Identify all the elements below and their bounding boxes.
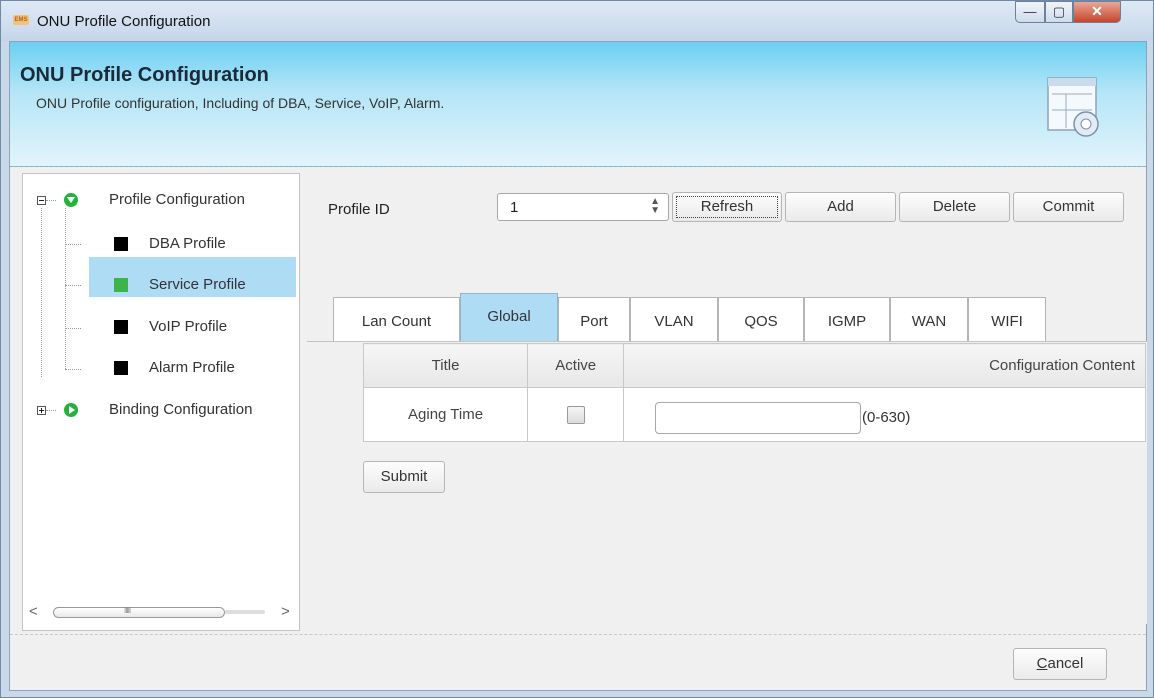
tab-port[interactable]: Port: [558, 297, 630, 341]
minimize-button[interactable]: —: [1015, 1, 1045, 23]
banner-title: ONU Profile Configuration: [20, 64, 269, 86]
tree-item-binding-configuration[interactable]: Binding Configuration: [109, 401, 252, 418]
cancel-label-rest: ancel: [1047, 655, 1084, 672]
tab-igmp[interactable]: IGMP: [804, 297, 890, 341]
tree-item-dba-profile[interactable]: DBA Profile: [149, 235, 226, 252]
collapse-icon[interactable]: [37, 196, 46, 205]
active-cell: [527, 387, 625, 442]
tab-vlan[interactable]: VLAN: [630, 297, 718, 341]
scroll-track[interactable]: [225, 610, 265, 614]
app-window: EMS ONU Profile Configuration — ▢ ✕ ONU …: [0, 0, 1154, 698]
tree-item-service-profile[interactable]: Service Profile: [149, 276, 246, 293]
banner-subtitle: ONU Profile configuration, Including of …: [36, 95, 445, 111]
service-profile-icon: [114, 278, 128, 292]
submit-button[interactable]: Submit: [363, 461, 445, 493]
column-header-active: Active: [527, 343, 625, 388]
dba-profile-icon: [114, 237, 128, 251]
tab-global[interactable]: Global: [460, 293, 558, 342]
expand-icon[interactable]: [37, 406, 46, 415]
tree-item-voip-profile[interactable]: VoIP Profile: [149, 318, 227, 335]
tab-wifi[interactable]: WIFI: [968, 297, 1046, 341]
tab-lan-count[interactable]: Lan Count: [333, 297, 460, 341]
cancel-button[interactable]: Cancel: [1013, 648, 1107, 680]
spinner-arrows-icon[interactable]: ▲ ▼: [650, 197, 660, 216]
profile-id-spinner[interactable]: 1 ▲ ▼: [497, 193, 669, 221]
aging-time-range: (0-630): [862, 409, 911, 426]
commit-button[interactable]: Commit: [1013, 192, 1124, 222]
tree-item-profile-configuration[interactable]: Profile Configuration: [109, 191, 245, 208]
tab-wan[interactable]: WAN: [890, 297, 968, 341]
alarm-profile-icon: [114, 361, 128, 375]
row-title: Aging Time: [362, 387, 529, 442]
close-button[interactable]: ✕: [1073, 1, 1121, 23]
minimize-icon: —: [1023, 4, 1037, 19]
client-area: ONU Profile Configuration ONU Profile co…: [9, 41, 1147, 691]
maximize-icon: ▢: [1052, 4, 1066, 19]
profile-tree[interactable]: Profile Configuration DBA Profile Servic…: [22, 173, 300, 631]
add-button[interactable]: Add: [785, 192, 896, 222]
header-banner: ONU Profile Configuration ONU Profile co…: [10, 42, 1146, 167]
tab-qos[interactable]: QOS: [718, 297, 804, 341]
table-header-row: Title Active Configuration Content: [362, 343, 1146, 388]
scroll-left-icon[interactable]: <: [29, 603, 38, 620]
footer-divider: [10, 634, 1146, 635]
app-icon: EMS: [13, 15, 29, 25]
cancel-mnemonic: C: [1036, 655, 1048, 672]
column-header-title: Title: [362, 343, 529, 388]
column-header-content: Configuration Content: [623, 343, 1146, 388]
aging-time-input[interactable]: [655, 402, 861, 434]
green-play-icon: [64, 403, 78, 417]
delete-button[interactable]: Delete: [899, 192, 1010, 222]
maximize-button[interactable]: ▢: [1045, 1, 1073, 23]
profile-id-value[interactable]: 1: [510, 199, 518, 216]
refresh-button[interactable]: Refresh: [672, 192, 782, 222]
scroll-right-icon[interactable]: >: [281, 603, 290, 620]
active-checkbox[interactable]: [566, 405, 585, 424]
green-expand-icon: [64, 193, 78, 207]
tree-item-alarm-profile[interactable]: Alarm Profile: [149, 359, 235, 376]
profile-id-label: Profile ID: [328, 201, 390, 218]
voip-profile-icon: [114, 320, 128, 334]
window-title: ONU Profile Configuration: [37, 13, 211, 30]
scroll-thumb[interactable]: IIIII: [53, 606, 225, 618]
settings-window-icon: [1047, 77, 1099, 137]
scroll-grip: IIIII: [124, 606, 131, 615]
tree-horizontal-scrollbar[interactable]: < IIIII >: [29, 603, 293, 620]
title-bar[interactable]: EMS ONU Profile Configuration — ▢ ✕: [1, 1, 1153, 41]
close-icon: ✕: [1091, 3, 1103, 19]
